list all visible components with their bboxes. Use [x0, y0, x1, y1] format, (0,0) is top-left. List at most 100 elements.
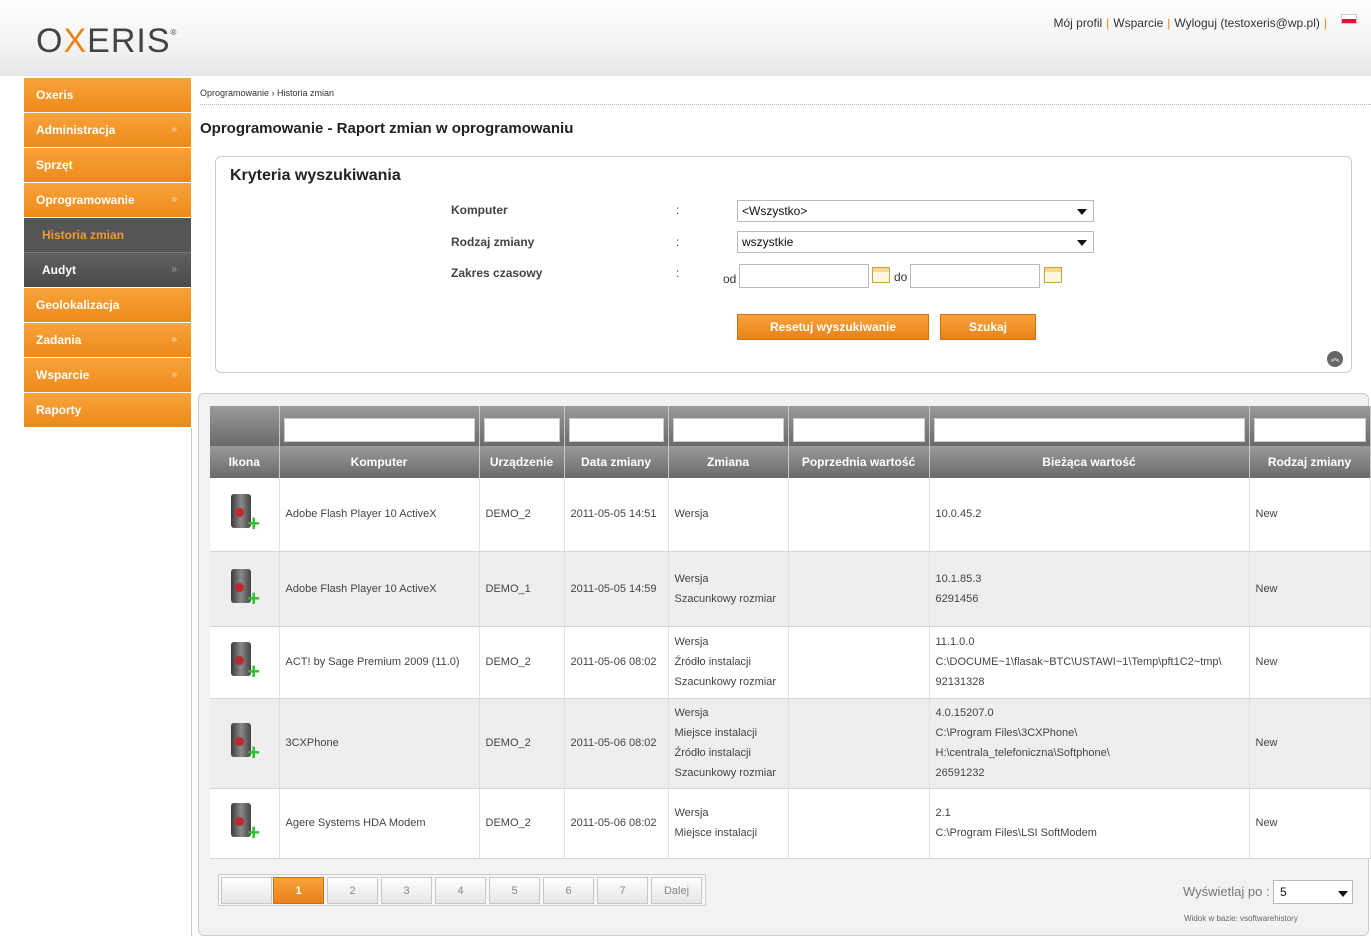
column-header-icon[interactable]: Ikona: [210, 446, 280, 478]
chevron-down-icon: »: [171, 194, 177, 205]
cell-computer: 3CXPhone: [279, 698, 480, 789]
software-add-icon: +: [225, 640, 263, 684]
filter-input-computer[interactable]: [283, 418, 475, 442]
chevron-down-icon: [1077, 209, 1087, 215]
table-row[interactable]: + Adobe Flash Player 10 ActiveX DEMO_2 2011…: [210, 478, 1371, 552]
filter-input-device[interactable]: [483, 418, 560, 442]
logout-link[interactable]: Wyloguj (testoxeris@wp.pl): [1174, 16, 1319, 30]
cell-current: 11.1.0.0 C:\DOCUME~1\flasak~BTC\USTAWI~1\…: [929, 626, 1250, 699]
sidebar-item-oxeris[interactable]: Oxeris: [24, 78, 191, 113]
sidebar-item-administracja[interactable]: Administracja »: [24, 113, 191, 148]
sidebar-item-audyt[interactable]: Audyt »: [24, 253, 191, 288]
change-type-select[interactable]: wszystkie: [737, 231, 1094, 253]
page-button-6[interactable]: 6: [543, 877, 594, 904]
cell-change: Wersja Miejsce instalacji: [668, 788, 789, 859]
device-name: DEMO_2: [485, 817, 531, 829]
polish-flag-icon[interactable]: [1341, 14, 1357, 24]
sidebar-divider: [191, 428, 192, 936]
search-button[interactable]: Szukaj: [940, 314, 1036, 340]
top-links: Mój profil | Wsparcie | Wyloguj (testoxeris@…: [1053, 16, 1331, 30]
table-row[interactable]: + Agere Systems HDA Modem DEMO_2 2011-05-06…: [210, 788, 1371, 859]
page-button-3[interactable]: 3: [381, 877, 432, 904]
chevron-down-icon: [1077, 240, 1087, 246]
date-from-input[interactable]: [739, 264, 869, 288]
chevron-down-icon: »: [171, 369, 177, 380]
filter-input-change[interactable]: [672, 418, 784, 442]
current-value: 26591232: [935, 767, 985, 779]
filter-input-date[interactable]: [568, 418, 664, 442]
device-name: DEMO_2: [485, 656, 531, 668]
sidebar-item-historia-zmian[interactable]: Historia zmian: [24, 218, 191, 253]
column-header-previous[interactable]: Poprzednia wartość: [788, 446, 930, 478]
colon: :: [676, 235, 680, 249]
date-to-input[interactable]: [910, 264, 1040, 288]
plus-icon: +: [247, 511, 261, 537]
page-button-4[interactable]: 4: [435, 877, 486, 904]
colon: :: [676, 266, 680, 280]
page-button-7[interactable]: 7: [597, 877, 648, 904]
column-header-device[interactable]: Urządzenie: [479, 446, 565, 478]
logo-text-left: O: [36, 22, 64, 60]
plus-icon: +: [247, 820, 261, 845]
change-date: 2011-05-05 14:51: [570, 508, 657, 521]
filter-input-current[interactable]: [933, 418, 1245, 442]
my-profile-link[interactable]: Mój profil: [1053, 16, 1102, 30]
reset-search-button[interactable]: Resetuj wyszukiwanie: [737, 314, 929, 340]
current-value: 10.0.45.2: [935, 508, 982, 521]
support-link[interactable]: Wsparcie: [1113, 16, 1163, 30]
header-row: Ikona Komputer Urządzenie Data zmiany Zm…: [210, 446, 1371, 478]
pagination: 1 2 3 4 5 6 7 Dalej: [218, 874, 706, 906]
collapse-icon[interactable]: ︽: [1327, 351, 1343, 367]
page-first-button[interactable]: [221, 877, 272, 904]
page-button-5[interactable]: 5: [489, 877, 540, 904]
calendar-icon[interactable]: [1044, 267, 1062, 283]
filter-input-type[interactable]: [1253, 418, 1366, 442]
sidebar-item-label: Administracja: [36, 123, 116, 137]
column-header-computer[interactable]: Komputer: [279, 446, 480, 478]
table-row[interactable]: + Adobe Flash Player 10 ActiveX DEMO_1 2011…: [210, 551, 1371, 627]
change-date: 2011-05-06 08:02: [570, 737, 657, 749]
column-header-type[interactable]: Rodzaj zmiany: [1249, 446, 1371, 478]
computer-name: Adobe Flash Player 10 ActiveX: [285, 508, 437, 521]
change-field: Miejsce instalacji: [674, 827, 758, 839]
cell-current: 4.0.15207.0 C:\Program Files\3CXPhone\ H:\…: [929, 698, 1250, 789]
filter-cell-date: [564, 406, 669, 446]
change-field: Szacunkowy rozmiar: [674, 767, 776, 779]
plus-icon: +: [247, 740, 261, 765]
sidebar-item-wsparcie[interactable]: Wsparcie »: [24, 358, 191, 393]
per-page-select[interactable]: 5: [1273, 880, 1353, 904]
filter-input-previous[interactable]: [792, 418, 925, 442]
table-row[interactable]: +3CXPhone DEMO_2 2011-05-06 08:02 Wersja Mie…: [210, 698, 1371, 789]
time-range-label: Zakres czasowy: [451, 266, 543, 280]
sidebar-item-label: Raporty: [36, 403, 82, 417]
chevron-down-icon: »: [171, 334, 177, 345]
page-button-2[interactable]: 2: [327, 877, 378, 904]
sidebar-item-zadania[interactable]: Zadania »: [24, 323, 191, 358]
column-header-current[interactable]: Bieżąca wartość: [929, 446, 1250, 478]
breadcrumb[interactable]: Oprogramowanie › Historia zmian: [200, 88, 1371, 105]
chevron-down-icon: »: [171, 124, 177, 135]
computer-name: Adobe Flash Player 10 ActiveX: [285, 582, 437, 595]
change-field: Wersja: [674, 572, 709, 585]
cell-icon: +: [210, 788, 280, 859]
table-row[interactable]: + ACT! by Sage Premium 2009 (11.0) DEMO_2 2…: [210, 626, 1371, 699]
sidebar-item-oprogramowanie[interactable]: Oprogramowanie »: [24, 183, 191, 218]
column-header-change[interactable]: Zmiana: [668, 446, 789, 478]
page-button-1[interactable]: 1: [273, 877, 324, 904]
current-value: 11.1.0.0: [935, 636, 975, 648]
current-value: H:\centrala_telefoniczna\Softphone\: [935, 747, 1110, 759]
computer-select[interactable]: <Wszystko>: [737, 200, 1094, 222]
column-header-date[interactable]: Data zmiany: [564, 446, 669, 478]
page-next-button[interactable]: Dalej: [651, 877, 702, 904]
sidebar-item-raporty[interactable]: Raporty: [24, 393, 191, 428]
current-value: C:\DOCUME~1\flasak~BTC\USTAWI~1\Temp\pft…: [935, 656, 1222, 668]
oxeris-logo[interactable]: OXERIS®: [36, 22, 177, 61]
calendar-icon[interactable]: [872, 267, 890, 283]
sidebar-item-sprzet[interactable]: Sprzęt: [24, 148, 191, 183]
sidebar-nav: Oxeris Administracja » Sprzęt Oprogramowa…: [24, 78, 191, 428]
date-to-label: do: [894, 270, 908, 284]
change-type-select-value: wszystkie: [742, 235, 794, 249]
cell-previous: [788, 478, 930, 552]
sidebar-item-geolokalizacja[interactable]: Geolokalizacja: [24, 288, 191, 323]
cell-previous: [788, 626, 930, 699]
